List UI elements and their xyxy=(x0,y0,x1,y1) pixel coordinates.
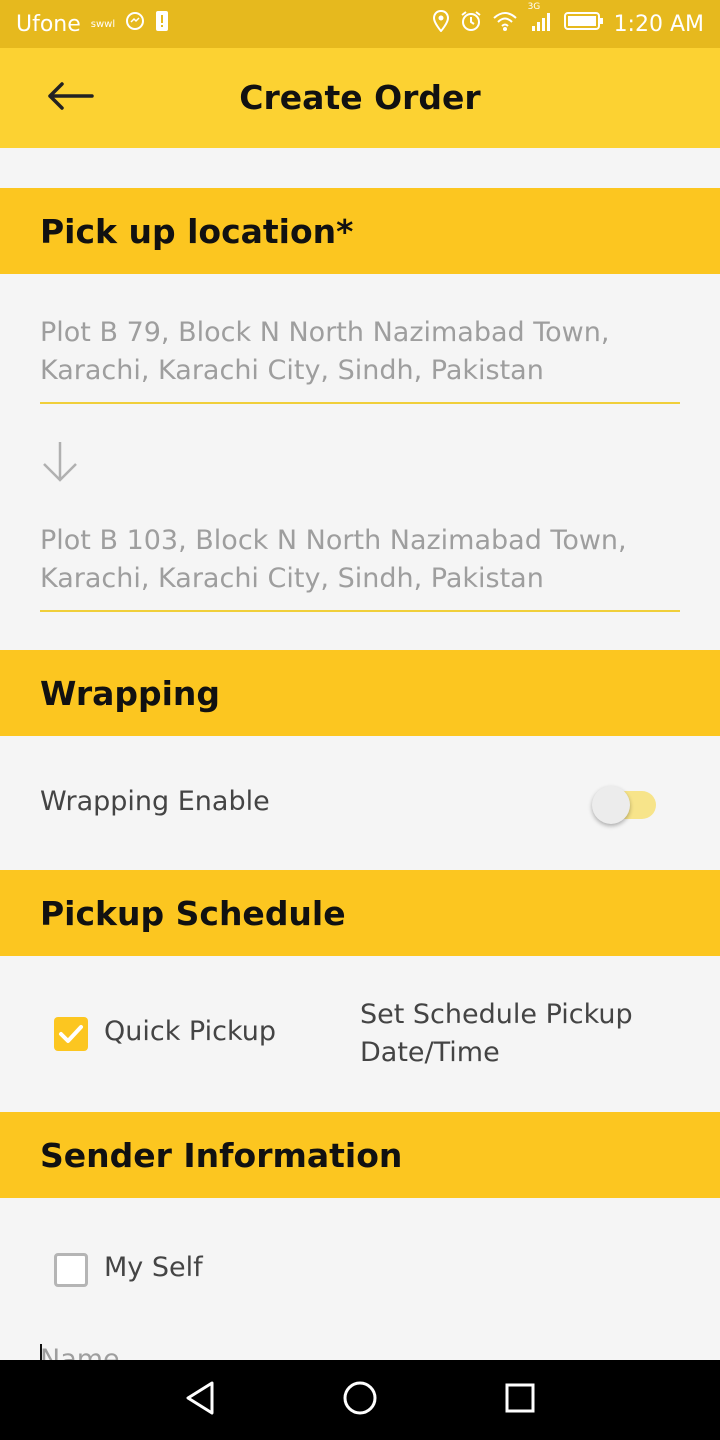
status-bar: Ufone swwl 3G 1:20 AM xyxy=(0,0,720,48)
sim-alert-icon xyxy=(155,10,169,38)
carrier-sub: swwl xyxy=(90,18,116,30)
quick-pickup-checkbox[interactable] xyxy=(54,1017,88,1051)
status-left: Ufone swwl xyxy=(16,10,169,38)
wrapping-section-header: Wrapping xyxy=(0,650,720,736)
signal-icon: 3G xyxy=(528,2,554,38)
nav-back-button[interactable] xyxy=(140,1360,260,1440)
nav-recents-button[interactable] xyxy=(460,1360,580,1440)
network-type: 3G xyxy=(527,2,541,12)
back-triangle-icon xyxy=(183,1380,217,1420)
quick-pickup-label[interactable]: Quick Pickup xyxy=(104,1016,276,1047)
app-bar: Create Order xyxy=(0,48,720,148)
wifi-icon xyxy=(492,10,518,38)
wrapping-enable-label: Wrapping Enable xyxy=(40,786,270,817)
toggle-thumb xyxy=(592,786,630,824)
sender-section-header: Sender Information xyxy=(0,1112,720,1198)
carrier-name: Ufone xyxy=(16,11,81,37)
recents-square-icon xyxy=(504,1382,536,1418)
home-circle-icon xyxy=(342,1380,378,1420)
wrapping-toggle[interactable] xyxy=(590,786,662,826)
pickup-to-address[interactable]: Plot B 103, Block N North Nazimabad Town… xyxy=(40,522,680,612)
location-icon xyxy=(432,9,450,38)
nav-home-button[interactable] xyxy=(300,1360,420,1440)
arrow-down-icon xyxy=(40,440,80,484)
messenger-icon xyxy=(125,11,145,37)
arrow-left-icon xyxy=(46,80,94,116)
battery-icon xyxy=(563,11,604,37)
status-right: 3G 1:20 AM xyxy=(432,2,704,38)
alarm-icon xyxy=(460,10,482,38)
pickup-section-header: Pick up location* xyxy=(0,188,720,274)
schedule-pickup-link[interactable]: Set Schedule Pickup Date/Time xyxy=(360,996,680,1072)
checkmark-icon xyxy=(54,1025,88,1055)
myself-checkbox[interactable] xyxy=(54,1253,88,1287)
status-time: 1:20 AM xyxy=(613,11,704,37)
page-title: Create Order xyxy=(239,78,481,117)
pickup-from-address[interactable]: Plot B 79, Block N North Nazimabad Town,… xyxy=(40,314,680,404)
nav-bar xyxy=(0,1360,720,1440)
back-button[interactable] xyxy=(36,70,104,126)
myself-label[interactable]: My Self xyxy=(104,1252,203,1283)
schedule-section-header: Pickup Schedule xyxy=(0,870,720,956)
